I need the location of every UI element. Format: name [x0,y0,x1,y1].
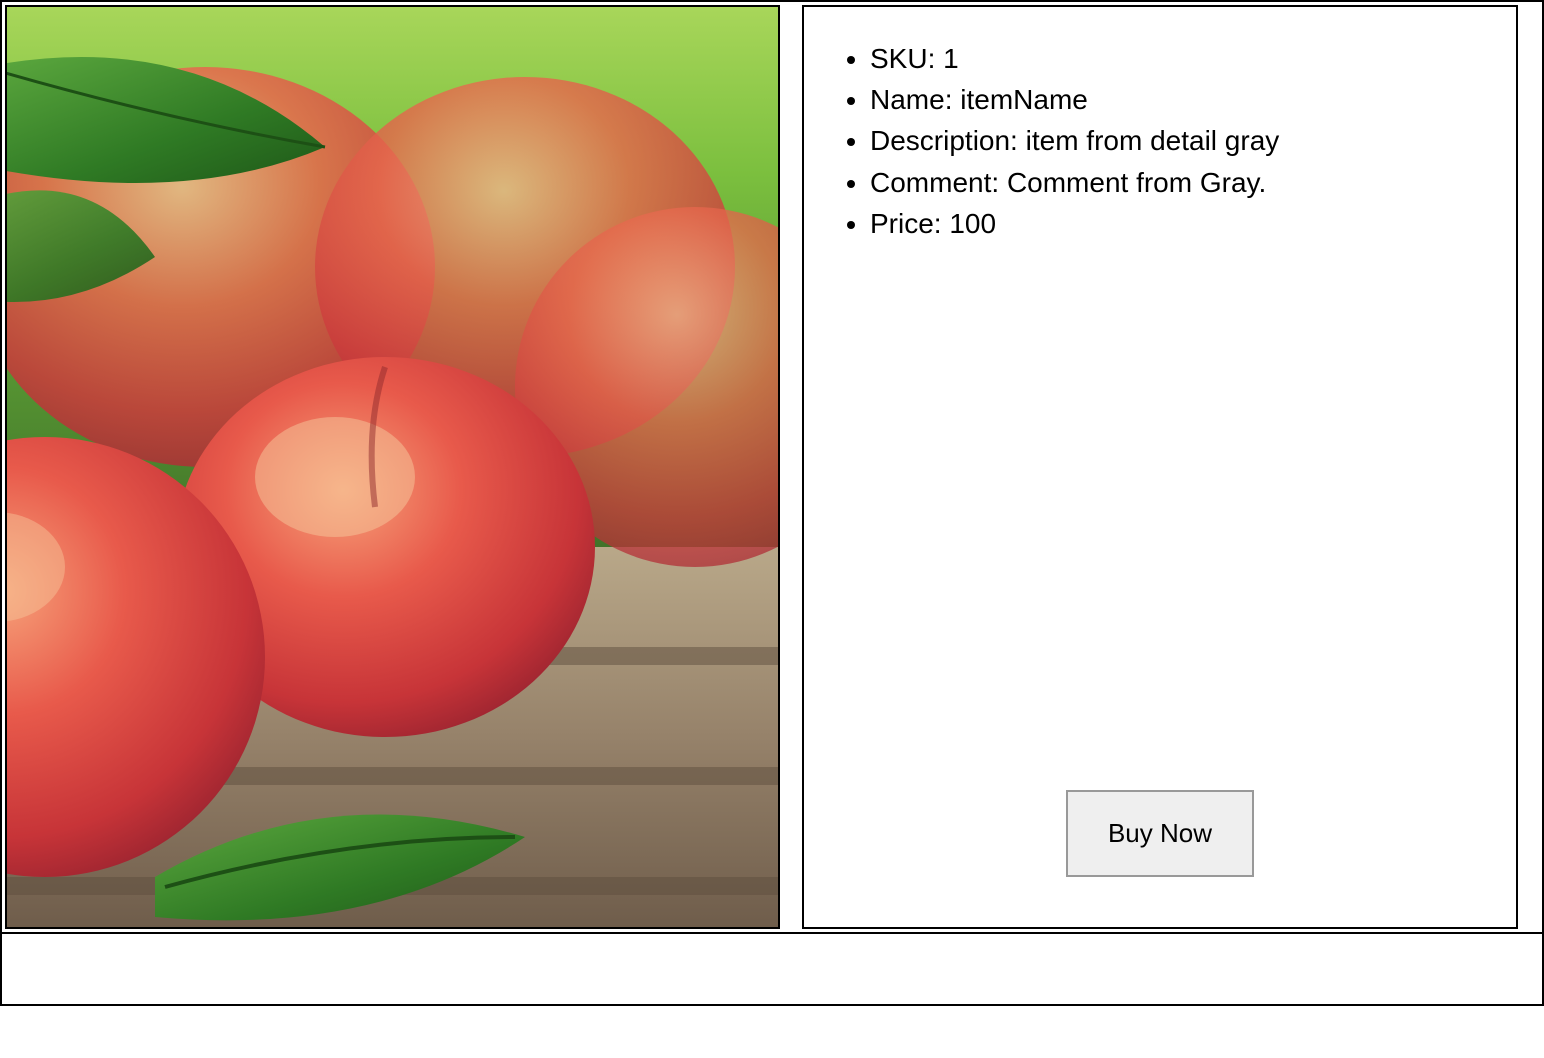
bottom-empty-row [1,933,1543,1005]
sku-row: SKU: 1 [870,39,1506,78]
description-value: item from detail gray [1026,125,1280,156]
price-row: Price: 100 [870,204,1506,243]
price-value: 100 [949,208,996,239]
product-detail-list: SKU: 1 Name: itemName Description: item … [814,39,1506,245]
comment-label: Comment: [870,167,1007,198]
name-row: Name: itemName [870,80,1506,119]
name-value: itemName [960,84,1088,115]
product-detail-panel: SKU: 1 Name: itemName Description: item … [802,5,1518,929]
comment-value: Comment from Gray. [1007,167,1266,198]
sku-label: SKU: [870,43,943,74]
comment-row: Comment: Comment from Gray. [870,163,1506,202]
product-detail-page: SKU: 1 Name: itemName Description: item … [0,0,1544,1058]
product-image-cell [5,5,780,929]
action-row: Buy Now [814,790,1506,897]
description-label: Description: [870,125,1026,156]
price-label: Price: [870,208,949,239]
description-row: Description: item from detail gray [870,121,1506,160]
product-image [7,7,778,927]
sku-value: 1 [943,43,959,74]
layout-table: SKU: 1 Name: itemName Description: item … [0,0,1544,1006]
name-label: Name: [870,84,960,115]
buy-now-button[interactable]: Buy Now [1066,790,1254,877]
